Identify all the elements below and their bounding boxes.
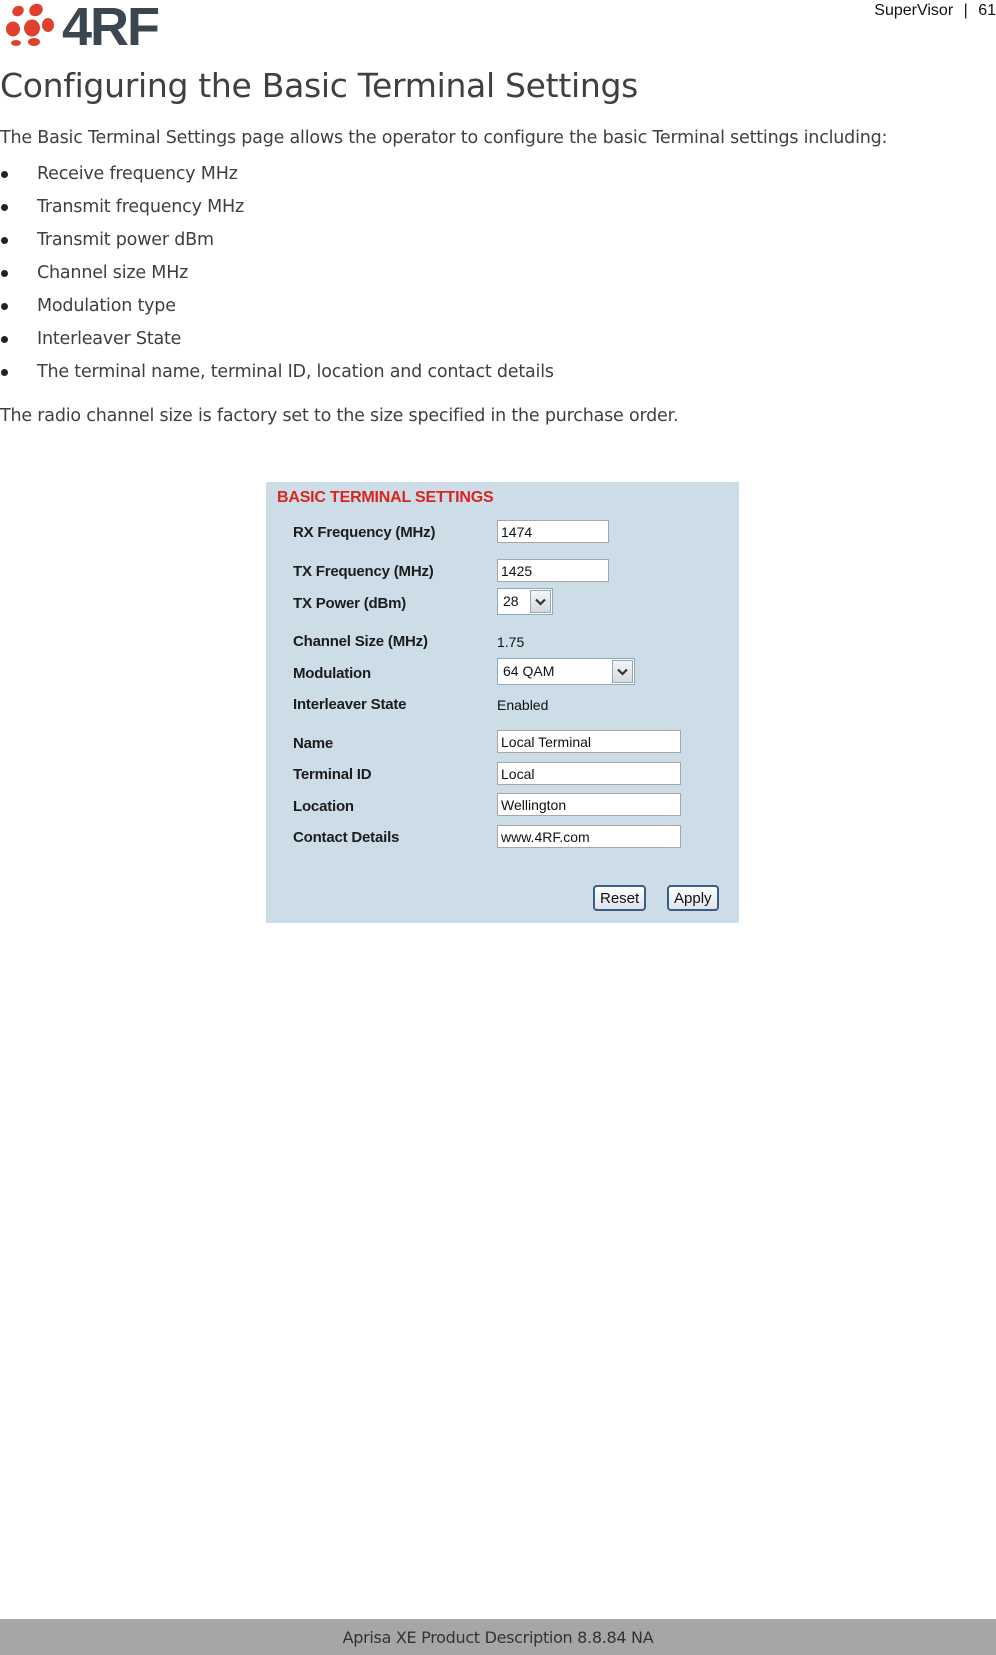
bullet-icon (1, 237, 8, 244)
modulation-select[interactable]: 64 QAM (497, 658, 635, 685)
4rf-logo-icon: 4RF (6, 0, 161, 57)
page-number: 61 (978, 2, 996, 19)
rx-frequency-label: RX Frequency (MHz) (293, 524, 436, 541)
footer-text: Aprisa XE Product Description 8.8.84 NA (342, 1628, 654, 1647)
modulation-label: Modulation (293, 665, 371, 682)
contact-details-input[interactable] (497, 825, 681, 848)
basic-terminal-settings-panel: BASIC TERMINAL SETTINGS RX Frequency (MH… (266, 482, 739, 923)
bullet-icon (1, 270, 8, 277)
section-name: SuperVisor (874, 2, 954, 19)
bullet-icon (1, 303, 8, 310)
tx-power-select[interactable]: 28 (497, 588, 553, 615)
tx-power-value: 28 (503, 593, 519, 609)
location-label: Location (293, 798, 354, 815)
terminal-id-label: Terminal ID (293, 766, 372, 783)
bullet-icon (1, 171, 8, 178)
bullet-icon (1, 204, 8, 211)
interleaver-state-value: Enabled (497, 697, 549, 713)
chevron-down-icon[interactable] (530, 590, 551, 613)
page-title: Configuring the Basic Terminal Settings (0, 66, 638, 105)
name-label: Name (293, 735, 334, 752)
apply-button[interactable]: Apply (667, 885, 719, 911)
reset-button[interactable]: Reset (593, 885, 647, 911)
page-footer: Aprisa XE Product Description 8.8.84 NA (0, 1619, 996, 1655)
tx-frequency-input[interactable] (497, 559, 609, 582)
company-logo: 4RF (4, 0, 184, 57)
channel-size-label: Channel Size (MHz) (293, 633, 428, 650)
bullet-icon (1, 369, 8, 376)
tx-frequency-label: TX Frequency (MHz) (293, 563, 434, 580)
name-input[interactable] (497, 730, 681, 753)
terminal-id-input[interactable] (497, 762, 681, 785)
chevron-down-icon[interactable] (612, 660, 633, 683)
channel-size-note: The radio channel size is factory set to… (0, 406, 679, 426)
modulation-value: 64 QAM (503, 663, 555, 679)
tx-power-label: TX Power (dBm) (293, 595, 407, 612)
panel-title: BASIC TERMINAL SETTINGS (277, 489, 494, 506)
header-separator: | (963, 2, 968, 19)
rx-frequency-input[interactable] (497, 520, 609, 543)
bullet-icon (1, 336, 8, 343)
contact-details-label: Contact Details (293, 829, 400, 846)
running-header: SuperVisor | 61 (874, 2, 996, 20)
svg-text:4RF: 4RF (62, 2, 159, 46)
intro-paragraph: The Basic Terminal Settings page allows … (0, 128, 888, 148)
interleaver-state-label: Interleaver State (293, 696, 407, 713)
channel-size-value: 1.75 (497, 634, 525, 650)
location-input[interactable] (497, 793, 681, 816)
